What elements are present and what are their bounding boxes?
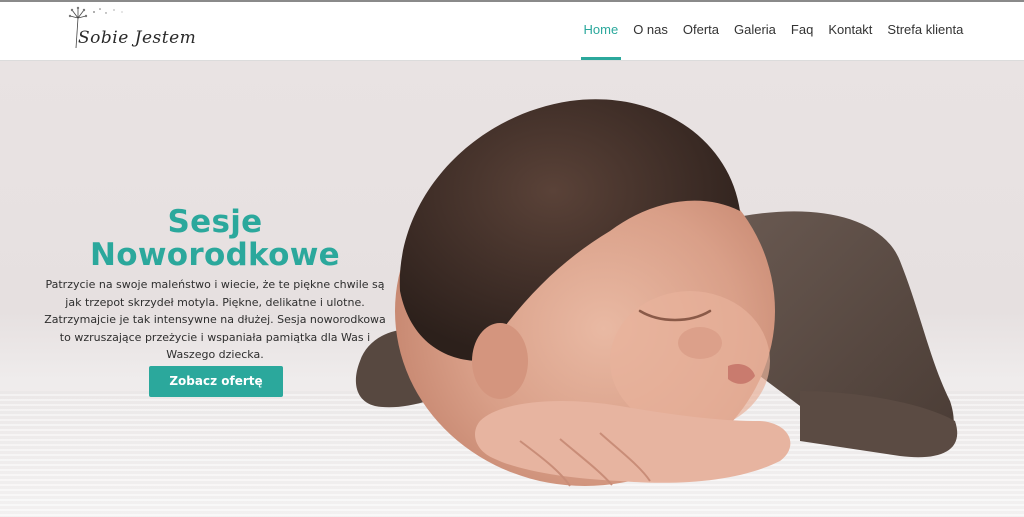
nav-oferta[interactable]: Oferta bbox=[675, 2, 726, 60]
see-offer-button[interactable]: Zobacz ofertę bbox=[149, 366, 283, 397]
nav-o-nas[interactable]: O nas bbox=[626, 2, 676, 60]
hero-description: Patrzycie na swoje maleństwo i wiecie, ż… bbox=[44, 278, 386, 361]
site-logo[interactable]: Sobie Jestem bbox=[64, 4, 204, 60]
hero-title-line1: Sesje bbox=[167, 204, 263, 240]
hero-title-line2: Noworodkowe bbox=[90, 237, 340, 273]
nav-faq[interactable]: Faq bbox=[783, 2, 820, 60]
main-nav: Home O nas Oferta Galeria Faq Kontakt St… bbox=[576, 2, 971, 60]
nav-kontakt[interactable]: Kontakt bbox=[821, 2, 880, 60]
logo-text: Sobie Jestem bbox=[78, 28, 197, 48]
nav-strefa-klienta[interactable]: Strefa klienta bbox=[880, 2, 971, 60]
top-navbar: Sobie Jestem Home O nas Oferta Galeria F… bbox=[0, 0, 1024, 61]
hero-section: Sesje Noworodkowe Patrzycie na swoje mal… bbox=[0, 61, 1024, 517]
nav-home[interactable]: Home bbox=[576, 2, 626, 60]
nav-galeria[interactable]: Galeria bbox=[727, 2, 784, 60]
hero-text-block: Sesje Noworodkowe Patrzycie na swoje mal… bbox=[40, 206, 390, 364]
